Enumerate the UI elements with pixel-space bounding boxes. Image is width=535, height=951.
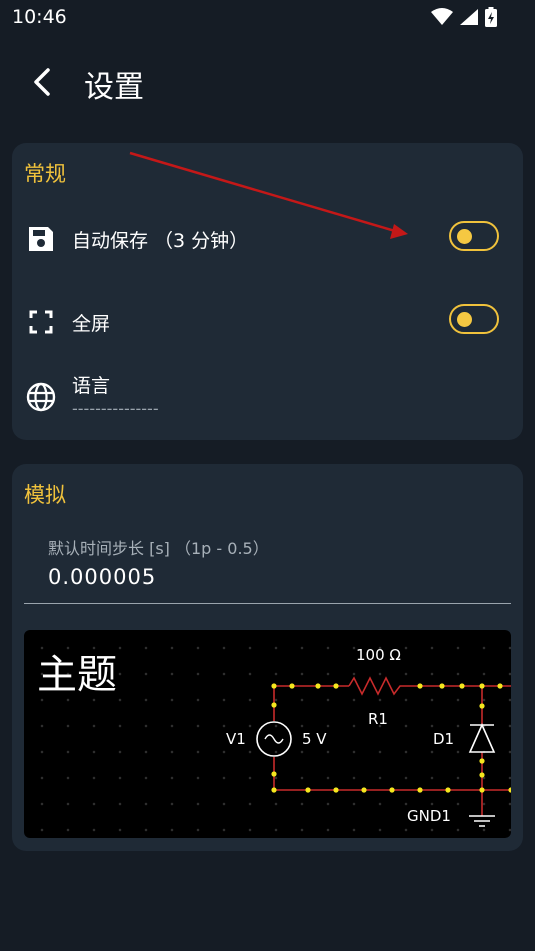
annotation-arrow — [129, 151, 408, 239]
